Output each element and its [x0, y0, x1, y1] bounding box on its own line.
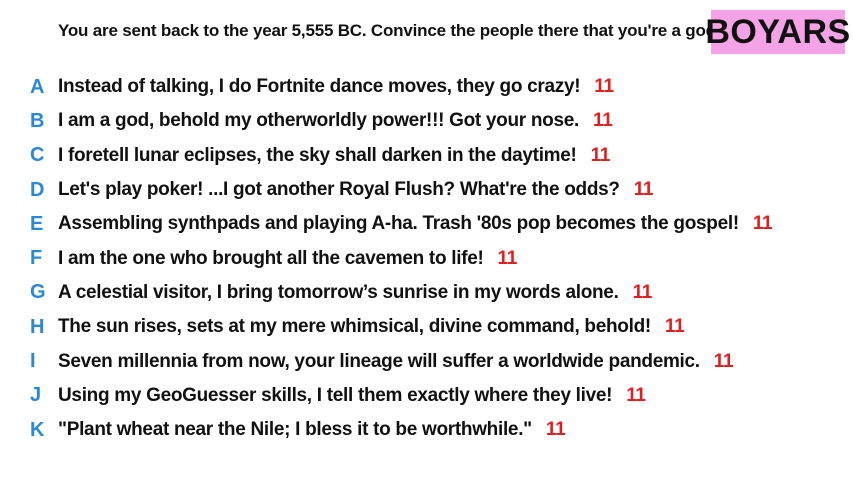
- answer-letter: H: [30, 315, 45, 338]
- answer-row[interactable]: K "Plant wheat near the Nile; I bless it…: [0, 413, 853, 447]
- answer-text: Assembling synthpads and playing A-ha. T…: [58, 213, 739, 235]
- answer-text: Seven millennia from now, your lineage w…: [58, 350, 700, 372]
- answer-letter: G: [30, 281, 46, 304]
- answer-row[interactable]: H The sun rises, sets at my mere whimsic…: [0, 310, 853, 344]
- answer-text: I am the one who brought all the cavemen…: [58, 247, 484, 269]
- answer-score: 11: [752, 213, 773, 235]
- answer-text: Instead of talking, I do Fortnite dance …: [58, 76, 581, 98]
- answer-score: 11: [626, 384, 646, 406]
- answer-body: Seven millennia from now, your lineage w…: [58, 350, 734, 373]
- answer-row[interactable]: C I foretell lunar eclipses, the sky sha…: [0, 139, 853, 173]
- answer-score: 11: [592, 110, 613, 132]
- answer-body: I am a god, behold my otherworldly power…: [58, 110, 613, 132]
- answer-score: 11: [664, 316, 685, 338]
- answer-score: 11: [632, 281, 653, 303]
- answer-text: Let's play poker! ...I got another Royal…: [58, 179, 620, 201]
- answer-letter: E: [30, 212, 44, 235]
- answer-text: The sun rises, sets at my mere whimsical…: [58, 316, 651, 338]
- answer-score: 11: [633, 179, 654, 201]
- answer-letter: J: [30, 384, 42, 407]
- answer-letter: F: [30, 247, 43, 270]
- answer-body: Using my GeoGuesser skills, I tell them …: [58, 385, 646, 407]
- answer-text: "Plant wheat near the Nile; I bless it t…: [58, 419, 532, 441]
- answer-row[interactable]: E Assembling synthpads and playing A-ha.…: [0, 207, 853, 241]
- answer-row[interactable]: D Let's play poker! ...I got another Roy…: [0, 173, 853, 207]
- answer-text: Using my GeoGuesser skills, I tell them …: [58, 384, 613, 406]
- answer-score: 11: [713, 350, 734, 372]
- answer-row[interactable]: A Instead of talking, I do Fortnite danc…: [0, 70, 853, 104]
- answer-letter: K: [30, 418, 45, 441]
- answer-row[interactable]: F I am the one who brought all the cavem…: [0, 241, 853, 275]
- answer-body: Let's play poker! ...I got another Royal…: [58, 179, 653, 201]
- answer-text: A celestial visitor, I bring tomorrow’s …: [58, 281, 619, 303]
- answer-body: "Plant wheat near the Nile; I bless it t…: [58, 419, 566, 441]
- answer-body: Instead of talking, I do Fortnite dance …: [58, 76, 614, 98]
- answer-row[interactable]: I Seven millennia from now, your lineage…: [0, 344, 853, 378]
- answer-letter: I: [30, 350, 36, 373]
- answer-body: I am the one who brought all the cavemen…: [58, 248, 517, 270]
- prompt-text: You are sent back to the year 5,555 BC. …: [58, 21, 721, 40]
- answer-body: Assembling synthpads and playing A-ha. T…: [58, 213, 773, 235]
- answer-score: 11: [497, 247, 518, 269]
- answer-body: A celestial visitor, I bring tomorrow’s …: [58, 282, 652, 304]
- answer-row[interactable]: B I am a god, behold my otherworldly pow…: [0, 104, 853, 138]
- answer-body: I foretell lunar eclipses, the sky shall…: [58, 145, 610, 167]
- answer-letter: C: [30, 144, 45, 167]
- answer-body: The sun rises, sets at my mere whimsical…: [58, 316, 685, 338]
- answer-score: 11: [594, 76, 614, 98]
- answer-score: 11: [590, 144, 611, 166]
- answer-row[interactable]: J Using my GeoGuesser skills, I tell the…: [0, 379, 853, 413]
- answer-letter: A: [30, 75, 45, 98]
- team-badge: BOYARS: [705, 10, 850, 54]
- answer-letter: B: [30, 109, 45, 132]
- answer-letter: D: [30, 178, 45, 201]
- answer-score: 11: [545, 419, 566, 441]
- answer-list: A Instead of talking, I do Fortnite danc…: [0, 70, 853, 447]
- answer-row[interactable]: G A celestial visitor, I bring tomorrow’…: [0, 276, 853, 310]
- answer-text: I am a god, behold my otherworldly power…: [58, 110, 579, 132]
- answer-text: I foretell lunar eclipses, the sky shall…: [58, 144, 577, 166]
- team-name: BOYARS: [705, 12, 851, 51]
